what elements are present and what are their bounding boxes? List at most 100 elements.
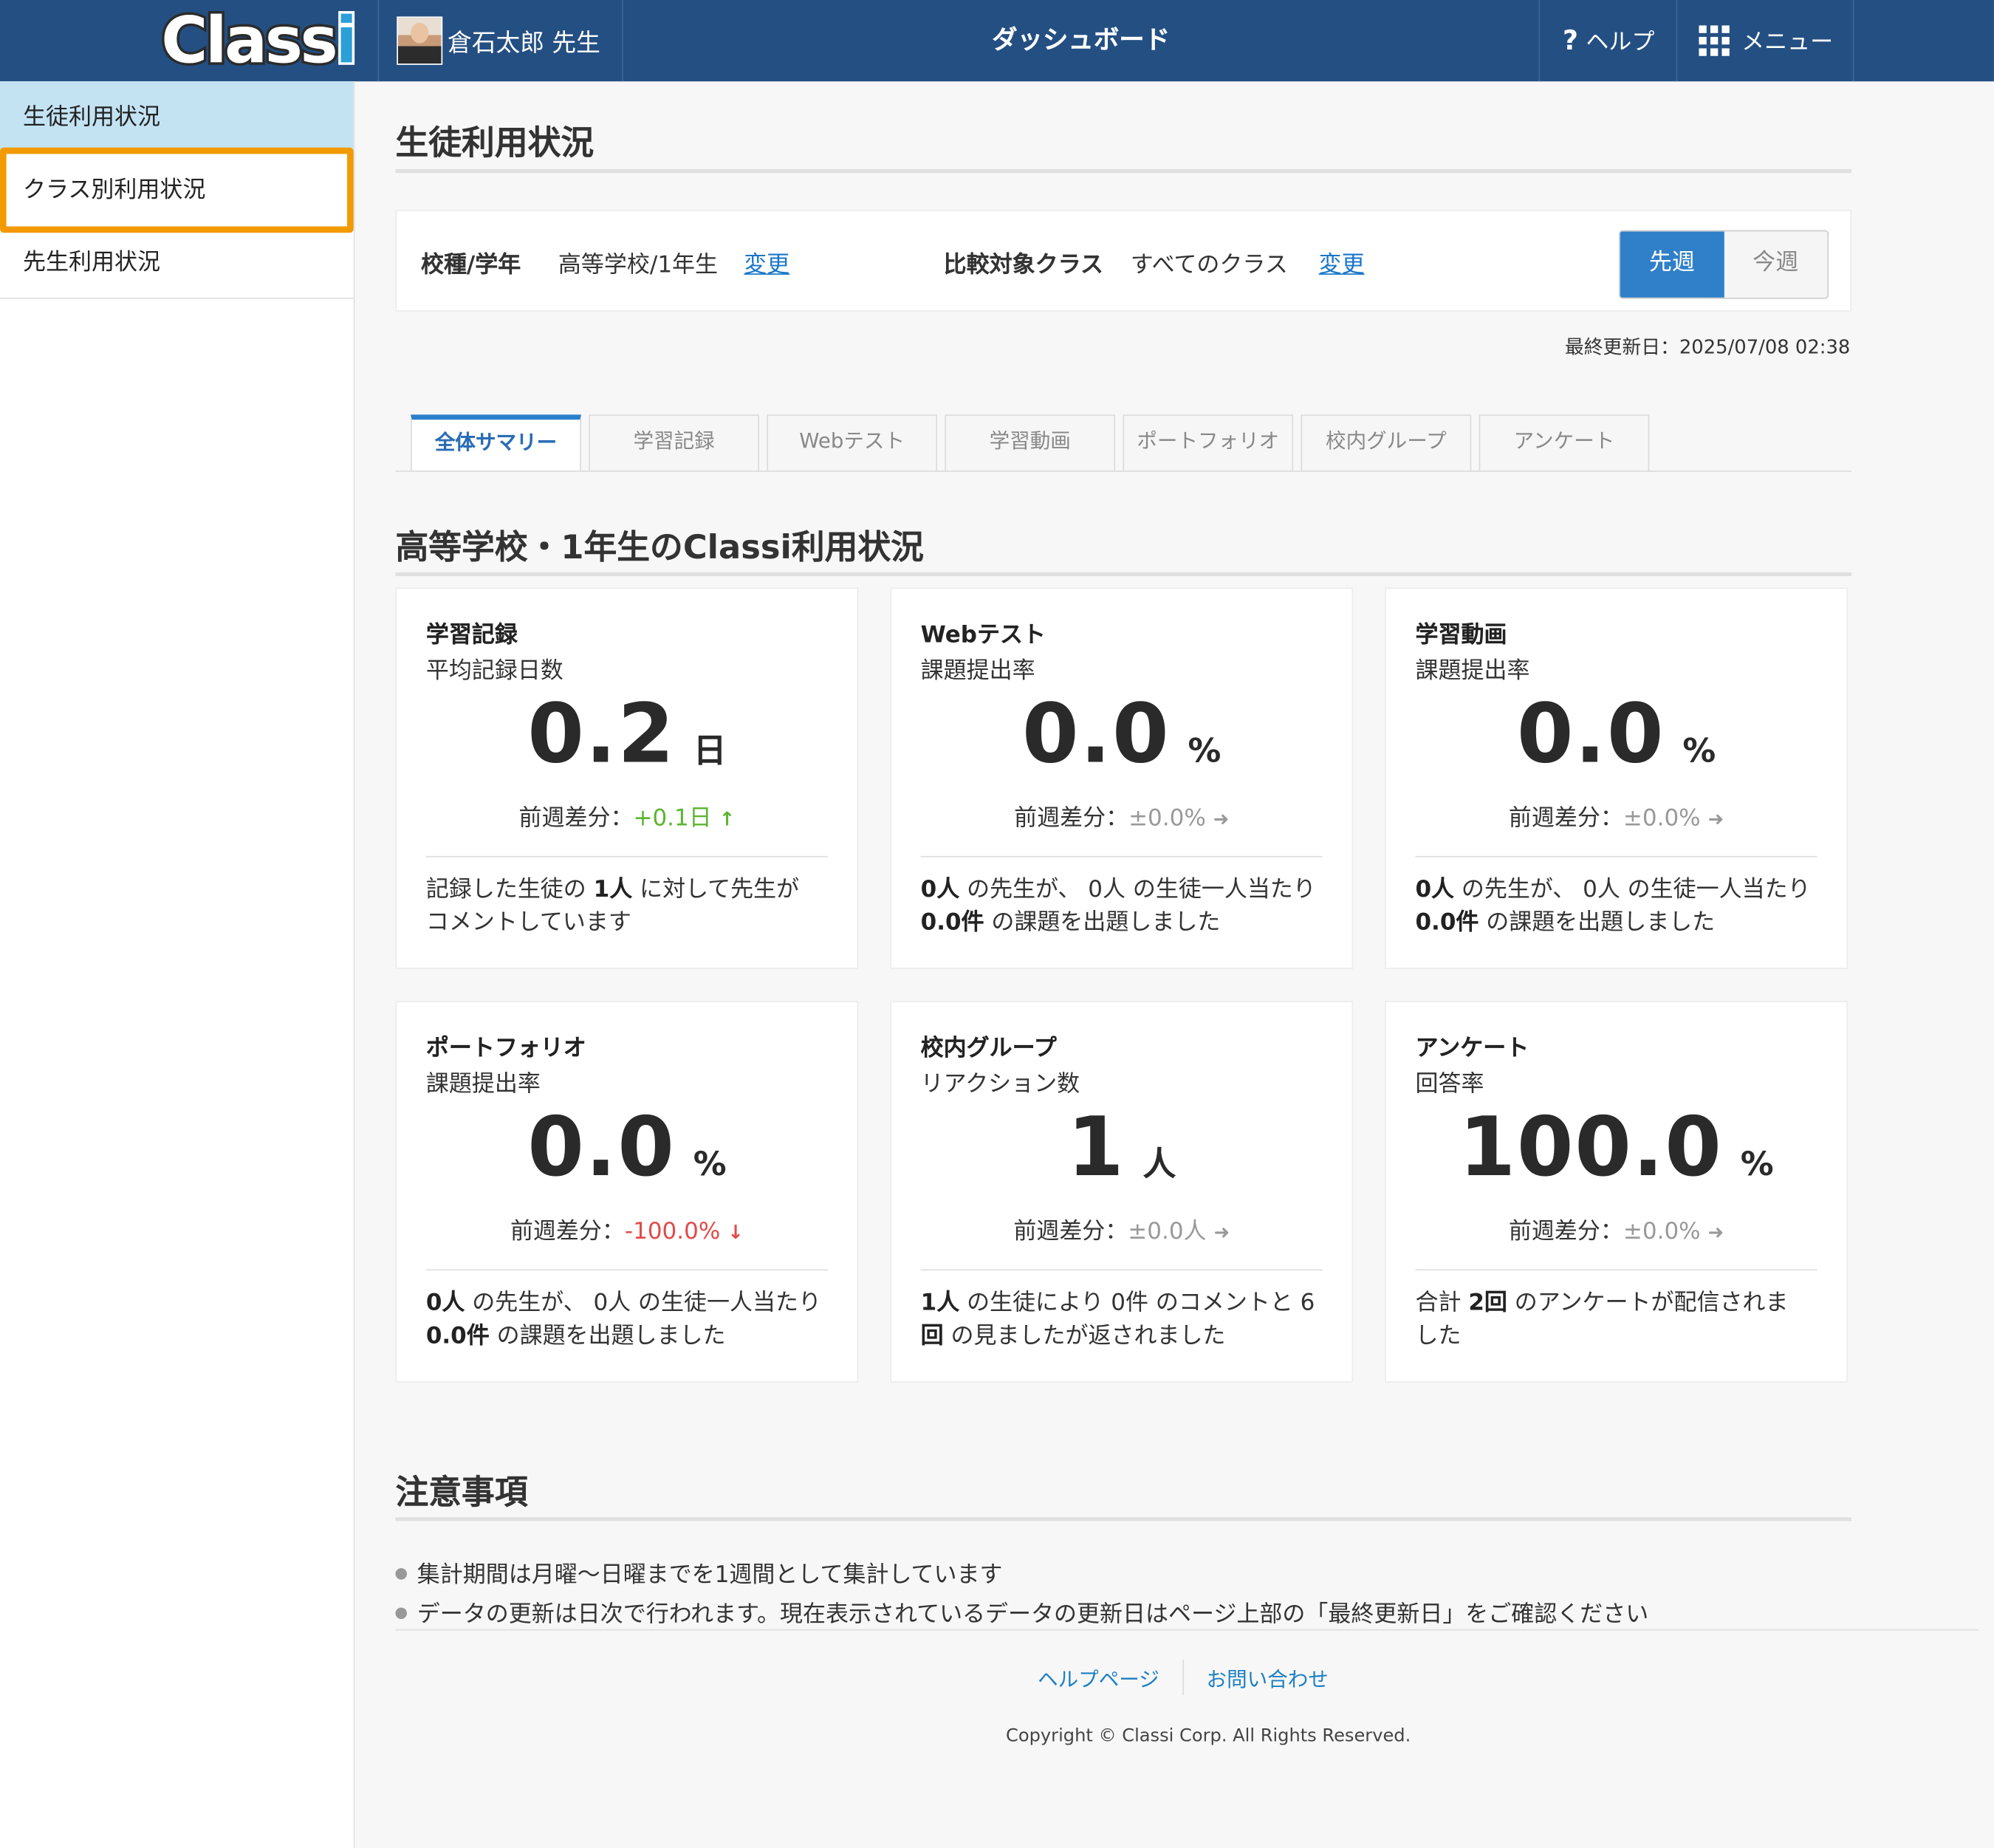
diff-value: +0.1日 [633, 804, 712, 832]
header-divider [1676, 0, 1678, 82]
diff-arrow-icon: ➜ [1707, 1221, 1724, 1245]
question-icon: ? [1563, 25, 1579, 56]
card-title: 学習動画 [1415, 622, 1507, 649]
diff-label: 前週差分： [1508, 804, 1623, 832]
sidebar-item-class-usage[interactable]: クラス別利用状況 [0, 147, 354, 233]
metric-unit: 日 [693, 732, 727, 771]
card-title: ポートフォリオ [425, 1035, 586, 1062]
desc-text: の先生が、 0人 の生徒一人当たり [465, 1290, 821, 1317]
bullet-icon [395, 1567, 408, 1579]
header-divider [1538, 0, 1541, 82]
week-toggle: 先週 今週 [1618, 230, 1829, 299]
compare-class-change-link[interactable]: 変更 [1319, 247, 1365, 280]
card-description: 合計 2回 のアンケートが配信されま した [1415, 1287, 1817, 1354]
user-info[interactable]: 倉石太郎 先生 [397, 16, 600, 65]
tab-web-test[interactable]: Webテスト [767, 414, 938, 471]
tab-study-video[interactable]: 学習動画 [945, 414, 1116, 471]
stat-card-study-record: 学習記録 平均記録日数 0.2 日前週差分：+0.1日 ↑ 記録した生徒の 1人 に対し… [395, 587, 859, 970]
desc-emphasis: 0.0件 [425, 1322, 490, 1349]
desc-emphasis: 回 [920, 1322, 944, 1349]
contact-link[interactable]: お問い合わせ [1207, 1663, 1329, 1693]
user-name: 倉石太郎 先生 [448, 28, 600, 57]
school-grade-label: 校種/学年 [420, 251, 521, 279]
diff-arrow-icon: ↓ [727, 1221, 744, 1245]
card-subtitle: 課題提出率 [425, 1070, 541, 1098]
this-week-button[interactable]: 今週 [1724, 231, 1828, 298]
card-description: 記録した生徒の 1人 に対して先生が コメントしています [426, 874, 828, 940]
diff-label: 前週差分： [518, 804, 634, 832]
section-title: 高等学校・1年生のClassi利用状況 [395, 529, 924, 567]
card-divider [920, 855, 1323, 858]
menu-button[interactable]: メニュー [1679, 0, 1853, 81]
desc-emphasis: 0.0件 [1415, 909, 1479, 937]
page-header-title: ダッシュボード [992, 24, 1171, 55]
sidebar-item-teacher-usage[interactable]: 先生利用状況 [0, 226, 354, 299]
stat-card-web-test: Webテスト 課題提出率 0.0% 前週差分：±0.0% ➜ 0人 の先生が、 0人 の… [890, 587, 1354, 970]
desc-emphasis: 0.0件 [920, 909, 984, 937]
sidebar-item-student-usage[interactable]: 生徒利用状況 [0, 81, 354, 154]
classi-logo[interactable]: Classi [0, 0, 377, 81]
card-metric: 0.0% [891, 688, 1351, 782]
diff-label: 前週差分： [1508, 1218, 1623, 1245]
note-item: データの更新は日次で行われます。現在表示されているデータの更新日はページ上部の「… [395, 1596, 1648, 1629]
desc-emphasis: 0人 [920, 876, 960, 903]
desc-text: のアンケートが配信されま [1507, 1290, 1789, 1317]
page-title: 生徒利用状況 [395, 124, 595, 163]
tab-school-group[interactable]: 校内グループ [1301, 414, 1472, 471]
card-metric: 100.0% [1386, 1101, 1846, 1195]
metric-value: 0.0 [1516, 688, 1665, 782]
metric-unit: 人 [1142, 1146, 1176, 1185]
desc-text: に対して先生が [632, 876, 800, 903]
card-subtitle: 課題提出率 [1415, 657, 1530, 685]
diff-value: -100.0% [624, 1218, 721, 1245]
avatar [397, 16, 443, 65]
metric-unit: % [1682, 732, 1716, 771]
desc-text: の課題を出題しました [984, 909, 1221, 937]
metric-unit: % [693, 1146, 727, 1185]
notes-title: 注意事項 [395, 1474, 528, 1513]
diff-value: ±0.0% [1623, 804, 1701, 832]
desc-emphasis: 1人 [920, 1290, 960, 1317]
card-title: 校内グループ [920, 1035, 1057, 1062]
card-subtitle: 課題提出率 [920, 657, 1035, 685]
sidebar: 生徒利用状況 クラス別利用状況 先生利用状況 [0, 81, 355, 1848]
logo-text: Classi [159, 4, 360, 78]
help-button[interactable]: ? ヘルプ [1541, 0, 1676, 81]
metric-unit: % [1188, 732, 1222, 771]
metric-value: 0.0 [1022, 688, 1171, 782]
metric-value: 100.0 [1459, 1101, 1723, 1196]
desc-emphasis: 2回 [1468, 1290, 1507, 1317]
desc-text: の見ましたが返されました [943, 1322, 1226, 1349]
desc-text: コメントしています [425, 909, 631, 937]
week-diff: 前週差分：±0.0% ➜ [1386, 1214, 1846, 1247]
help-page-link[interactable]: ヘルプページ [1038, 1663, 1159, 1693]
metric-value: 1 [1067, 1101, 1126, 1196]
last-week-button[interactable]: 先週 [1620, 231, 1724, 298]
stat-card-school-group: 校内グループ リアクション数 1 人前週差分：±0.0人 ➜ 1人 の生徒により 0件 … [890, 1001, 1354, 1383]
tab-portfolio[interactable]: ポートフォリオ [1123, 414, 1294, 471]
card-divider [425, 1269, 828, 1271]
header-divider [377, 0, 380, 82]
diff-value: ±0.0人 [1128, 1218, 1207, 1245]
header-divider [1852, 0, 1854, 82]
card-description: 1人 の生徒により 0件 のコメントと 6 回 の見ましたが返されました [921, 1287, 1323, 1354]
week-diff: 前週差分：±0.0% ➜ [1386, 800, 1846, 833]
card-title: Webテスト [920, 622, 1046, 649]
card-divider [1415, 855, 1817, 858]
card-metric: 1人 [891, 1101, 1351, 1195]
card-divider [1415, 1269, 1817, 1271]
help-label: ヘルプ [1586, 29, 1655, 56]
note-text: 集計期間は月曜～日曜までを1週間として集計しています [417, 1561, 1003, 1589]
school-grade-value: 高等学校/1年生 [558, 251, 719, 279]
metric-unit: % [1740, 1146, 1774, 1185]
diff-arrow-icon: ↑ [719, 807, 736, 831]
school-grade-change-link[interactable]: 変更 [744, 247, 789, 280]
tab-study-record[interactable]: 学習記録 [589, 414, 759, 471]
tab-summary[interactable]: 全体サマリー [411, 414, 581, 471]
card-title: アンケート [1415, 1035, 1529, 1062]
desc-text: の課題を出題しました [1479, 909, 1716, 937]
tab-survey[interactable]: アンケート [1479, 414, 1650, 471]
diff-arrow-icon: ➜ [1707, 807, 1724, 831]
diff-label: 前週差分： [1014, 804, 1129, 832]
diff-arrow-icon: ➜ [1213, 1221, 1230, 1245]
